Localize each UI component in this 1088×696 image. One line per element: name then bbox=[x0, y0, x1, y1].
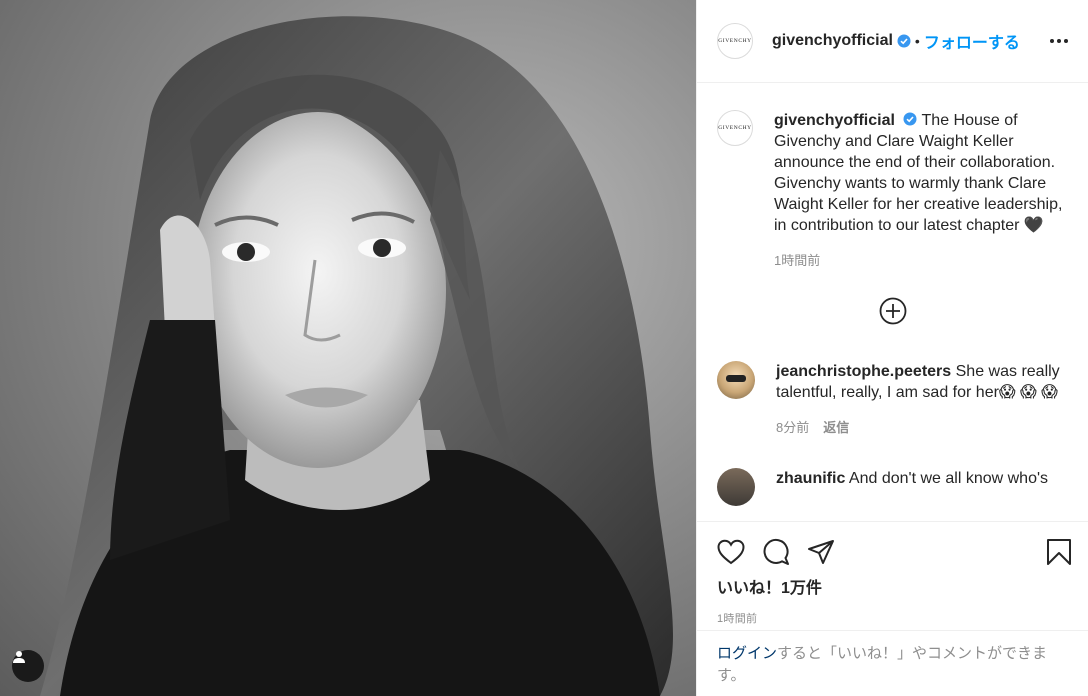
load-more-comments-button[interactable] bbox=[697, 297, 1088, 325]
reply-button[interactable]: 返信 bbox=[823, 417, 849, 438]
avatar-logo-text: GIVENCHY bbox=[718, 38, 752, 44]
likes-count[interactable]: いいね！1万件 bbox=[717, 574, 1072, 598]
login-link[interactable]: ログイン bbox=[717, 645, 777, 662]
commenter-username[interactable]: zhaunific bbox=[776, 470, 845, 487]
save-button[interactable] bbox=[1046, 538, 1072, 566]
caption: GIVENCHY givenchyofficial The House of G… bbox=[697, 84, 1088, 271]
plus-circle-icon bbox=[879, 297, 906, 325]
portrait-photo bbox=[40, 16, 673, 696]
comment-text: And don't we all know who's bbox=[848, 470, 1049, 487]
tagged-user-button[interactable] bbox=[12, 650, 44, 682]
caption-time[interactable]: 1時間前 bbox=[774, 250, 1072, 271]
commenter-username[interactable]: jeanchristophe.peeters bbox=[776, 363, 951, 380]
bookmark-icon bbox=[1047, 539, 1071, 565]
post-image[interactable] bbox=[0, 0, 696, 696]
post-header: GIVENCHY givenchyofficial • フォローする bbox=[697, 0, 1088, 83]
caption-username[interactable]: givenchyofficial bbox=[774, 112, 895, 129]
comments-scroll-area[interactable]: GIVENCHY givenchyofficial The House of G… bbox=[697, 84, 1088, 521]
comment-item: zhaunific And don't we all know who's bbox=[697, 468, 1088, 506]
verified-badge-icon bbox=[897, 34, 911, 48]
post-time[interactable]: 1時間前 bbox=[717, 610, 1072, 626]
more-options-icon[interactable] bbox=[1046, 31, 1072, 51]
post-actions: いいね！1万件 1時間前 bbox=[697, 521, 1088, 626]
heart-icon bbox=[717, 539, 745, 565]
post-side-panel: GIVENCHY givenchyofficial • フォローする GIVEN… bbox=[696, 0, 1088, 696]
author-avatar[interactable]: GIVENCHY bbox=[717, 23, 753, 59]
like-button[interactable] bbox=[717, 539, 745, 565]
login-prompt: ログインすると「いいね！」やコメントができます。 bbox=[697, 630, 1088, 687]
separator-dot: • bbox=[914, 33, 920, 49]
comment-time[interactable]: 8分前 bbox=[776, 417, 809, 438]
share-icon bbox=[808, 540, 834, 564]
avatar-logo-text: GIVENCHY bbox=[718, 125, 752, 131]
author-username[interactable]: givenchyofficial bbox=[772, 32, 893, 50]
user-icon bbox=[13, 651, 25, 663]
comment-item: jeanchristophe.peeters She was really ta… bbox=[697, 361, 1088, 438]
commenter-avatar[interactable] bbox=[717, 361, 755, 399]
verified-badge-icon bbox=[903, 112, 917, 126]
caption-text: The House of Givenchy and Clare Waight K… bbox=[774, 112, 1063, 234]
share-button[interactable] bbox=[807, 539, 835, 565]
follow-button[interactable]: フォローする bbox=[924, 29, 1020, 53]
commenter-avatar[interactable] bbox=[717, 468, 755, 506]
comment-icon bbox=[763, 538, 789, 565]
caption-author-avatar[interactable]: GIVENCHY bbox=[717, 110, 753, 146]
comment-button[interactable] bbox=[762, 538, 790, 566]
